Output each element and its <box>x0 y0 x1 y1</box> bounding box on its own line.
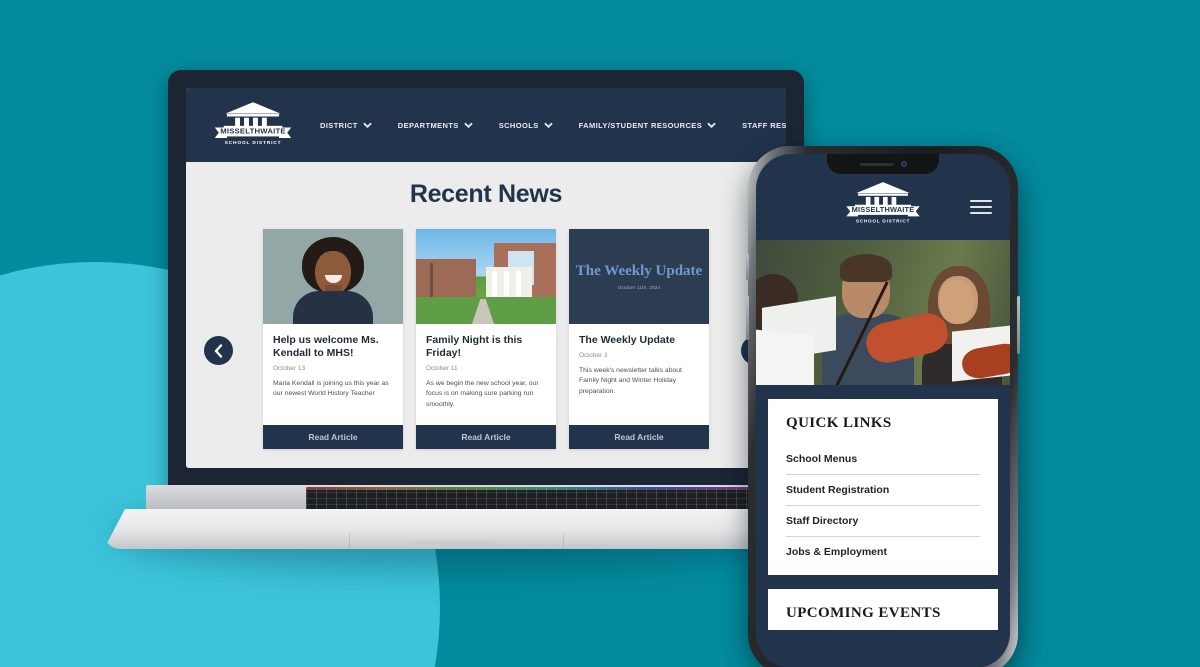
news-card-body: The Weekly Update October 3 This week's … <box>569 324 709 425</box>
phone-power-button[interactable] <box>1017 296 1020 354</box>
news-card-list: Help us welcome Ms. Kendall to MHS! Octo… <box>186 229 786 449</box>
read-article-button[interactable]: Read Article <box>569 425 709 449</box>
laptop-lid: MISSELTHWAITE SCHOOL DISTRICT DISTRICT D… <box>168 70 804 490</box>
read-article-button[interactable]: Read Article <box>416 425 556 449</box>
teacher-portrait-image <box>263 229 403 324</box>
nav-item-label: DISTRICT <box>320 120 358 130</box>
phone-volume-up-button[interactable] <box>746 254 749 280</box>
chevron-down-icon <box>363 122 372 128</box>
quick-link-school-menus[interactable]: School Menus <box>786 444 980 475</box>
laptop-deck <box>146 485 806 511</box>
school-building-image <box>416 229 556 324</box>
classical-building-logo-icon: MISSELTHWAITE SCHOOL DISTRICT <box>214 101 292 146</box>
district-logo[interactable]: MISSELTHWAITE SCHOOL DISTRICT <box>844 179 922 230</box>
newsletter-cover-date: October 11th, 2024 <box>617 285 661 291</box>
svg-text:MISSELTHWAITE: MISSELTHWAITE <box>852 205 915 214</box>
news-card-title: Family Night is this Friday! <box>426 334 523 360</box>
carousel-prev-button[interactable] <box>204 336 233 365</box>
nav-item-schools[interactable]: SCHOOLS <box>499 121 553 130</box>
news-card[interactable]: Family Night is this Friday! October 11 … <box>416 229 556 449</box>
nav-item-staff-resources[interactable]: STAFF RESOURCES <box>742 121 786 130</box>
newsletter-cover-heading: The Weekly Update <box>575 262 703 279</box>
upcoming-events-card: UPCOMING EVENTS <box>768 589 998 630</box>
laptop-keyboard-backlight <box>306 487 806 490</box>
music-stand <box>756 328 814 385</box>
desktop-main-nav: DISTRICT DEPARTMENTS SCHOOLS FAMILY/STUD… <box>320 121 786 130</box>
svg-text:MISSELTHWAITE: MISSELTHWAITE <box>220 126 286 135</box>
phone-screen: MISSELTHWAITE SCHOOL DISTRICT QUICK LINK… <box>756 154 1010 667</box>
nav-item-family-student-resources[interactable]: FAMILY/STUDENT RESOURCES <box>579 121 717 130</box>
hamburger-menu-icon[interactable] <box>970 200 992 214</box>
chevron-down-icon <box>543 122 553 128</box>
news-card[interactable]: Help us welcome Ms. Kendall to MHS! Octo… <box>263 229 403 449</box>
phone-front-camera <box>900 161 907 167</box>
quick-links-list: School Menus Student Registration Staff … <box>786 444 980 567</box>
laptop-lid-notch <box>414 541 494 548</box>
nav-item-label: DEPARTMENTS <box>397 120 459 130</box>
laptop-keyboard <box>306 487 806 511</box>
nav-item-district[interactable]: DISTRICT <box>320 121 372 130</box>
news-card-date: October 11 <box>426 365 458 373</box>
chevron-down-icon <box>707 122 716 128</box>
quick-link-jobs-employment[interactable]: Jobs & Employment <box>786 537 980 567</box>
svg-text:SCHOOL DISTRICT: SCHOOL DISTRICT <box>856 218 910 223</box>
classical-building-logo-icon: MISSELTHWAITE SCHOOL DISTRICT <box>846 181 920 223</box>
mockup-scene: MISSELTHWAITE SCHOOL DISTRICT DISTRICT D… <box>0 0 1200 667</box>
news-card-title: The Weekly Update <box>579 334 676 346</box>
chevron-left-icon <box>214 343 223 358</box>
laptop-screen: MISSELTHWAITE SCHOOL DISTRICT DISTRICT D… <box>186 88 786 468</box>
chevron-down-icon <box>463 122 473 128</box>
phone-earpiece-speaker <box>859 162 894 166</box>
phone-device-mockup: MISSELTHWAITE SCHOOL DISTRICT QUICK LINK… <box>746 146 1026 667</box>
news-card-date: October 3 <box>579 352 608 360</box>
news-card-date: October 13 <box>273 365 306 373</box>
quick-links-card: QUICK LINKS School Menus Student Registr… <box>768 399 998 575</box>
quick-link-staff-directory[interactable]: Staff Directory <box>786 506 980 537</box>
phone-frame: MISSELTHWAITE SCHOOL DISTRICT QUICK LINK… <box>746 146 1020 667</box>
phone-notch <box>827 154 939 174</box>
newsletter-cover-image: The Weekly Update October 11th, 2024 <box>569 229 709 324</box>
phone-volume-down-button[interactable] <box>746 296 749 340</box>
page-title: Recent News <box>409 180 563 208</box>
laptop-base <box>104 485 806 549</box>
news-card[interactable]: The Weekly Update October 11th, 2024 The… <box>569 229 709 449</box>
laptop-device-mockup: MISSELTHWAITE SCHOOL DISTRICT DISTRICT D… <box>104 70 806 570</box>
nav-item-label: STAFF RESOURCES <box>742 120 786 130</box>
news-card-excerpt: Maria Kendall is joining us this year as… <box>273 380 389 398</box>
hamburger-line <box>970 200 992 202</box>
nav-item-departments[interactable]: DEPARTMENTS <box>398 121 473 130</box>
recent-news-section: Recent News Help us welcome Ms. Kendall … <box>186 162 786 468</box>
district-logo[interactable]: MISSELTHWAITE SCHOOL DISTRICT <box>212 99 294 152</box>
nav-item-label: SCHOOLS <box>498 120 539 130</box>
hamburger-line <box>970 206 992 208</box>
mobile-content: QUICK LINKS School Menus Student Registr… <box>756 385 1010 630</box>
desktop-site-header: MISSELTHWAITE SCHOOL DISTRICT DISTRICT D… <box>186 88 786 162</box>
news-card-excerpt: This week's newsletter talks about Famil… <box>579 367 682 395</box>
news-card-title: Help us welcome Ms. Kendall to MHS! <box>273 334 379 360</box>
read-article-button[interactable]: Read Article <box>263 425 403 449</box>
svg-text:SCHOOL DISTRICT: SCHOOL DISTRICT <box>225 140 282 146</box>
quick-links-title: QUICK LINKS <box>786 415 892 431</box>
news-card-body: Help us welcome Ms. Kendall to MHS! Octo… <box>263 324 403 425</box>
news-card-body: Family Night is this Friday! October 11 … <box>416 324 556 425</box>
quick-link-student-registration[interactable]: Student Registration <box>786 475 980 506</box>
upcoming-events-title: UPCOMING EVENTS <box>786 605 941 621</box>
mobile-hero-image <box>756 240 1010 385</box>
news-card-excerpt: As we begin the new school year, our foc… <box>426 380 539 408</box>
hamburger-line <box>970 212 992 214</box>
nav-item-label: FAMILY/STUDENT RESOURCES <box>578 120 703 130</box>
